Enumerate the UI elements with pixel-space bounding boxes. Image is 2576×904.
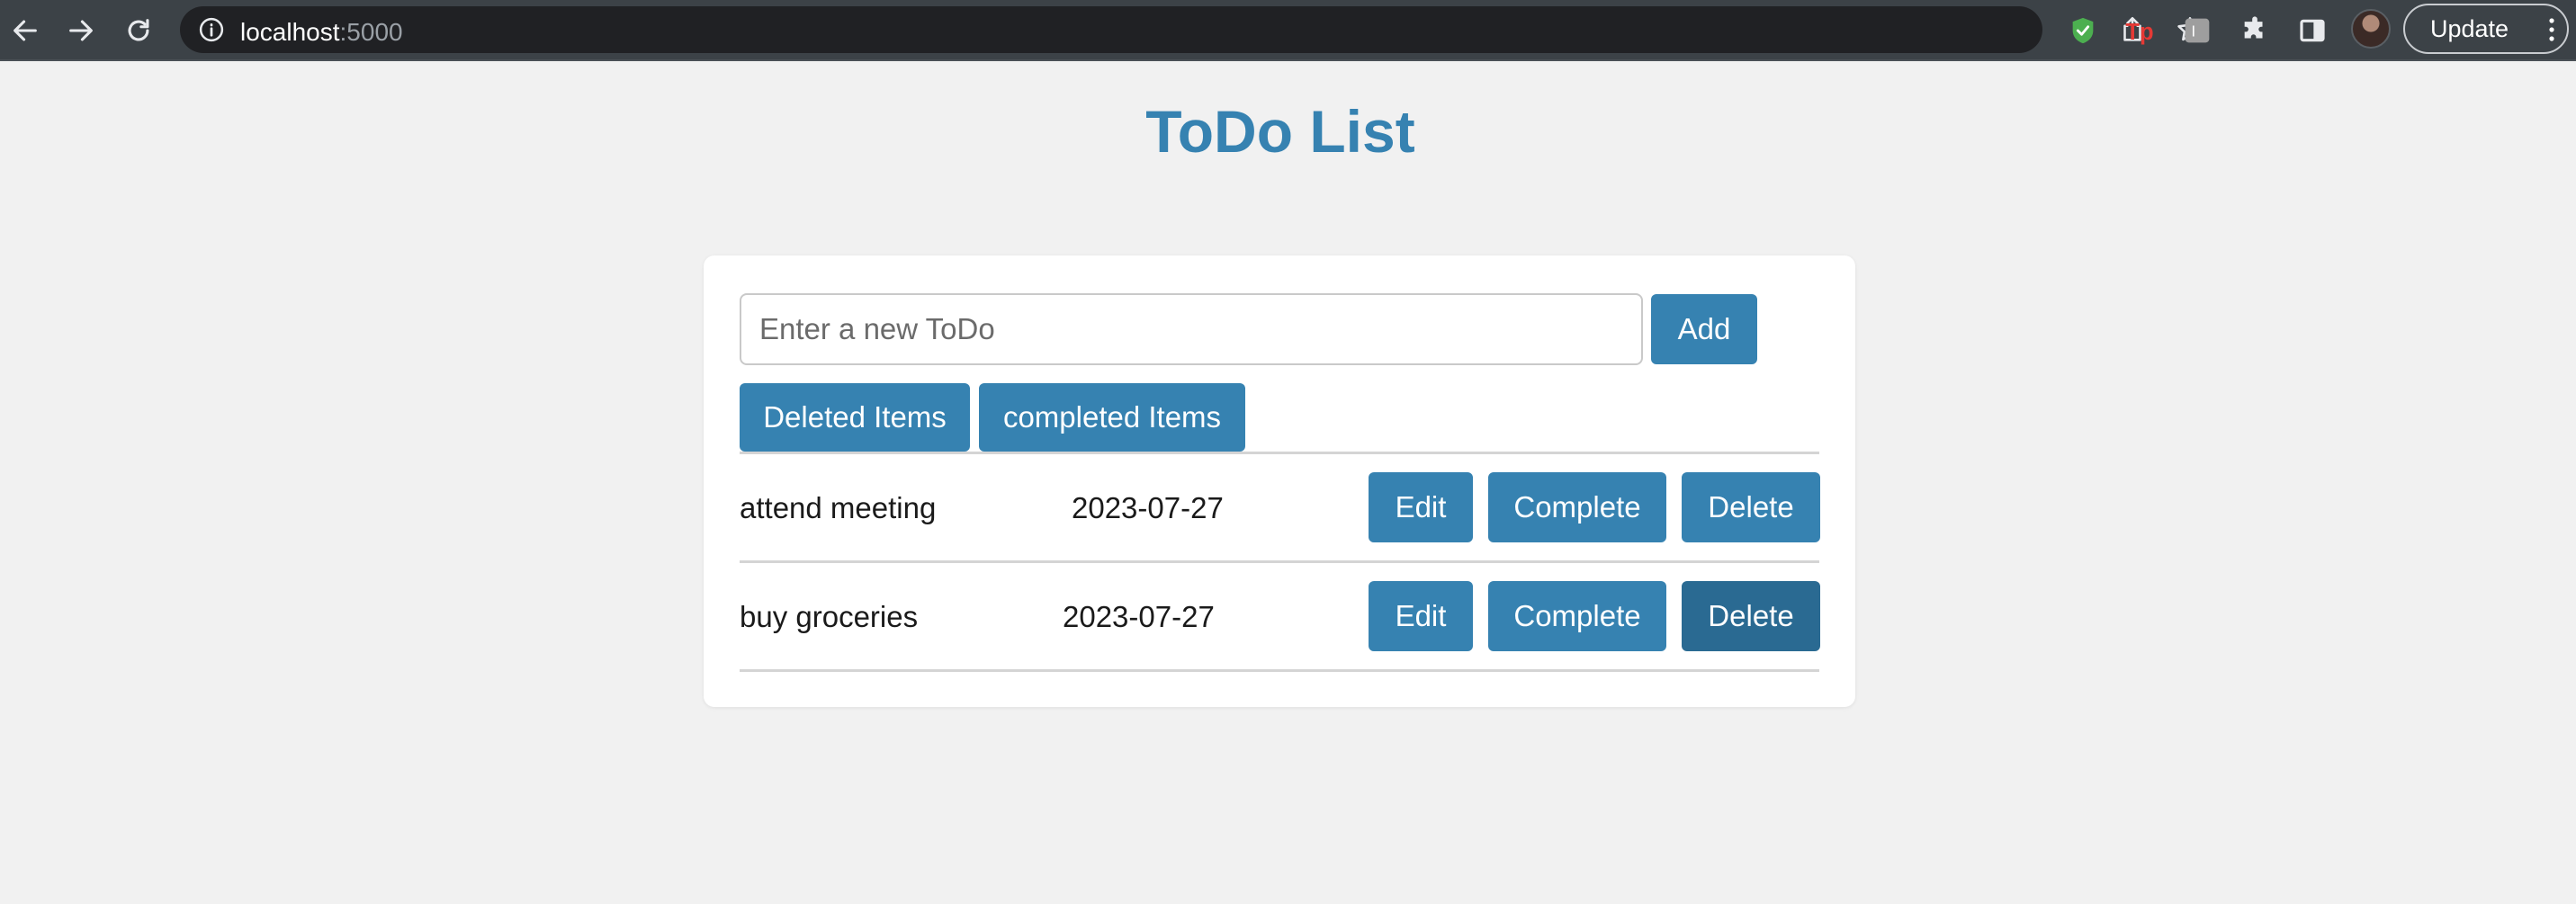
forward-arrow-icon[interactable] [63, 13, 99, 49]
more-menu-icon[interactable] [2549, 18, 2554, 41]
svg-text:I: I [2191, 22, 2195, 40]
todo-date: 2023-07-27 [1072, 491, 1224, 524]
new-todo-input[interactable] [740, 293, 1643, 365]
update-label: Update [2430, 14, 2509, 42]
svg-text:Tp: Tp [2125, 20, 2153, 45]
url-port: :5000 [339, 18, 403, 46]
deleted-items-button[interactable]: Deleted Items [740, 383, 970, 452]
browser-toolbar: localhost:5000 Tp I Update [0, 0, 2576, 61]
todo-card: Add Deleted Items completed Items attend… [704, 255, 1855, 707]
edit-button[interactable]: Edit [1369, 581, 1473, 651]
edit-button[interactable]: Edit [1369, 472, 1473, 542]
complete-button[interactable]: Complete [1488, 581, 1666, 651]
delete-button[interactable]: Delete [1682, 581, 1820, 651]
todo-date: 2023-07-27 [1063, 600, 1215, 633]
side-panel-icon[interactable] [2294, 13, 2330, 49]
todo-text: attend meeting [740, 491, 937, 524]
shield-extension-icon[interactable] [2065, 13, 2101, 49]
page-title: ToDo List [1145, 98, 1415, 165]
url-host: localhost [240, 18, 340, 46]
divider [740, 452, 1819, 454]
puzzle-extensions-icon[interactable] [2237, 13, 2273, 49]
update-button[interactable]: Update [2403, 4, 2569, 54]
address-bar[interactable]: localhost:5000 [180, 6, 2203, 53]
back-arrow-icon[interactable] [7, 13, 43, 49]
completed-items-button[interactable]: completed Items [979, 383, 1245, 452]
reload-icon[interactable] [121, 13, 157, 49]
todo-text: buy groceries [740, 600, 919, 633]
grey-extension-icon[interactable]: I [2179, 13, 2215, 49]
tp-extension-icon[interactable]: Tp [2122, 13, 2158, 49]
delete-button[interactable]: Delete [1682, 472, 1820, 542]
site-info-icon[interactable] [198, 16, 225, 43]
url-text: localhost:5000 [240, 18, 403, 47]
divider [740, 560, 1819, 563]
profile-avatar[interactable] [2351, 9, 2391, 49]
complete-button[interactable]: Complete [1488, 472, 1666, 542]
divider [740, 669, 1819, 672]
add-button[interactable]: Add [1651, 294, 1757, 364]
